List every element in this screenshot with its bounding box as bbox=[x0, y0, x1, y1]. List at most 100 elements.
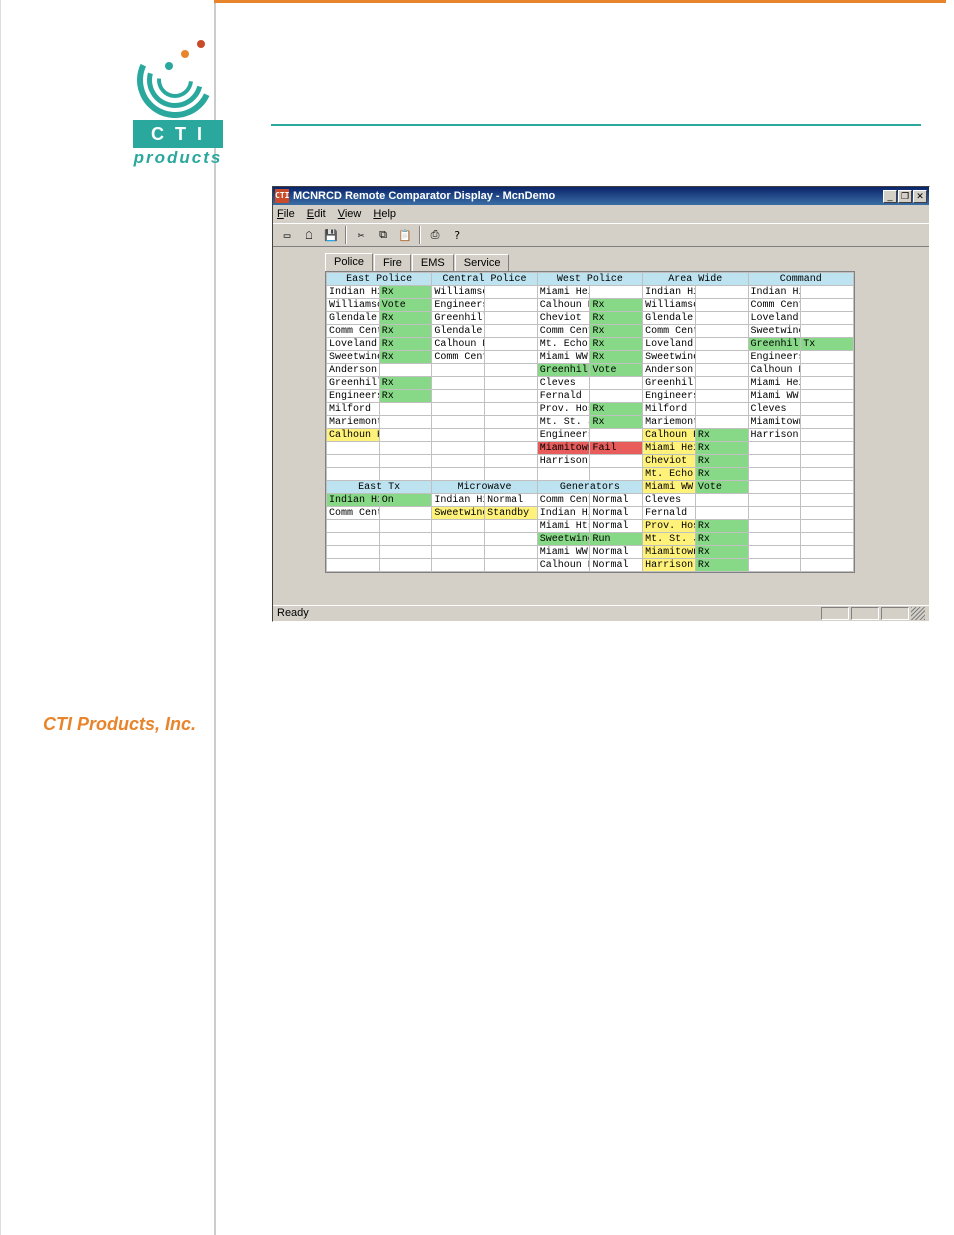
copy-button[interactable]: ⧉ bbox=[373, 225, 393, 245]
site-name[interactable]: Engineers bbox=[432, 299, 485, 312]
site-name[interactable]: Glendale W.T. bbox=[643, 312, 696, 325]
open-button[interactable]: ☖ bbox=[299, 225, 319, 245]
menu-file[interactable]: File bbox=[277, 208, 295, 220]
site-name[interactable] bbox=[432, 416, 485, 429]
site-name[interactable]: Comm Center bbox=[537, 494, 590, 507]
site-name[interactable]: Loveland W.T. bbox=[748, 312, 801, 325]
site-name[interactable]: Williamson Rd bbox=[643, 299, 696, 312]
site-name[interactable]: Engineers bbox=[748, 351, 801, 364]
site-name[interactable]: Milford bbox=[327, 403, 380, 416]
site-name[interactable]: Williamson Rd. bbox=[432, 286, 485, 299]
site-name[interactable]: Miami WW bbox=[643, 481, 696, 494]
site-name[interactable]: Mt. Echo bbox=[537, 338, 590, 351]
site-name[interactable]: Greenhills bbox=[537, 364, 590, 377]
site-name[interactable]: Calhoun Hall bbox=[643, 429, 696, 442]
site-name[interactable]: Comm Center bbox=[643, 325, 696, 338]
save-button[interactable]: 💾 bbox=[321, 225, 341, 245]
menu-view[interactable]: View bbox=[338, 208, 362, 220]
site-name[interactable]: Greenhills bbox=[748, 338, 801, 351]
tab-police[interactable]: Police bbox=[325, 253, 373, 271]
site-name[interactable]: Anderson Twp. bbox=[643, 364, 696, 377]
site-name[interactable] bbox=[432, 377, 485, 390]
site-name[interactable]: Loveland W.T. bbox=[327, 338, 380, 351]
site-name[interactable] bbox=[327, 442, 380, 455]
site-name[interactable] bbox=[432, 429, 485, 442]
site-name[interactable] bbox=[432, 533, 485, 546]
site-name[interactable]: Indian Hill bbox=[432, 494, 485, 507]
site-name[interactable]: Sweetwine bbox=[327, 351, 380, 364]
site-name[interactable]: Milford bbox=[643, 403, 696, 416]
site-name[interactable]: Engineers bbox=[327, 390, 380, 403]
site-name[interactable]: Miami Heights bbox=[748, 377, 801, 390]
site-name[interactable]: Cleves bbox=[537, 377, 590, 390]
site-name[interactable]: Comm Center bbox=[327, 507, 380, 520]
site-name[interactable]: Miami Hts bbox=[537, 520, 590, 533]
site-name[interactable]: Indian Hill bbox=[748, 286, 801, 299]
site-name[interactable]: Calhoun Hall bbox=[537, 299, 590, 312]
site-name[interactable]: Fernald bbox=[643, 507, 696, 520]
site-name[interactable] bbox=[327, 546, 380, 559]
site-name[interactable]: Miami WW bbox=[537, 546, 590, 559]
menu-edit[interactable]: Edit bbox=[307, 208, 326, 220]
minimize-button[interactable]: _ bbox=[883, 190, 897, 203]
site-name[interactable] bbox=[432, 390, 485, 403]
site-name[interactable]: Calhoun Hall bbox=[432, 338, 485, 351]
site-name[interactable] bbox=[432, 455, 485, 468]
site-name[interactable]: Indian Hill bbox=[643, 286, 696, 299]
site-name[interactable]: Fernald bbox=[537, 390, 590, 403]
site-name[interactable] bbox=[432, 559, 485, 572]
site-name[interactable]: Cleves bbox=[748, 403, 801, 416]
site-name[interactable]: Miami Heights bbox=[537, 286, 590, 299]
menu-help[interactable]: Help bbox=[373, 208, 396, 220]
maximize-button[interactable]: ❐ bbox=[898, 190, 912, 203]
site-name[interactable]: Greenhills bbox=[432, 312, 485, 325]
site-name[interactable]: Engineers bbox=[537, 429, 590, 442]
paste-button[interactable]: 📋 bbox=[395, 225, 415, 245]
site-name[interactable]: Sweetwine bbox=[643, 351, 696, 364]
site-name[interactable]: Cleves bbox=[643, 494, 696, 507]
site-name[interactable]: Mariemont bbox=[327, 416, 380, 429]
help-button[interactable]: ? bbox=[447, 225, 467, 245]
site-name[interactable] bbox=[432, 520, 485, 533]
site-name[interactable]: Anderson Twp bbox=[327, 364, 380, 377]
site-name[interactable]: Comm Center bbox=[537, 325, 590, 338]
site-name[interactable]: Greenhills bbox=[327, 377, 380, 390]
site-name[interactable] bbox=[327, 520, 380, 533]
site-name[interactable]: Mariemont bbox=[643, 416, 696, 429]
site-name[interactable] bbox=[432, 546, 485, 559]
site-name[interactable]: Miamitown bbox=[537, 442, 590, 455]
site-name[interactable] bbox=[432, 364, 485, 377]
site-name[interactable]: Miamitown bbox=[643, 546, 696, 559]
site-name[interactable] bbox=[432, 468, 485, 481]
site-name[interactable] bbox=[432, 442, 485, 455]
site-name[interactable]: Comm Center bbox=[432, 351, 485, 364]
site-name[interactable]: Calhoun Hall bbox=[748, 364, 801, 377]
site-name[interactable]: Miami WW bbox=[537, 351, 590, 364]
site-name[interactable]: Cheviot bbox=[537, 312, 590, 325]
cut-button[interactable]: ✂ bbox=[351, 225, 371, 245]
tab-service[interactable]: Service bbox=[455, 254, 510, 272]
site-name[interactable]: Mt. Echo bbox=[643, 468, 696, 481]
site-name[interactable] bbox=[327, 533, 380, 546]
site-name[interactable]: Loveland W.T. bbox=[643, 338, 696, 351]
site-name[interactable]: Sweetwine bbox=[432, 507, 485, 520]
site-name[interactable]: Harrison bbox=[748, 429, 801, 442]
close-button[interactable]: ✕ bbox=[913, 190, 927, 203]
site-name[interactable]: Mt. St. Joesph bbox=[643, 533, 696, 546]
site-name[interactable]: Comm Center bbox=[327, 325, 380, 338]
site-name[interactable]: Calhoun Hall bbox=[537, 559, 590, 572]
site-name[interactable]: Mt. St. Joesph bbox=[537, 416, 590, 429]
site-name[interactable] bbox=[327, 455, 380, 468]
site-name[interactable]: Indian Hill bbox=[537, 507, 590, 520]
site-name[interactable]: Miami Heights bbox=[643, 442, 696, 455]
site-name[interactable]: Engineers bbox=[643, 390, 696, 403]
site-name[interactable]: Cheviot bbox=[643, 455, 696, 468]
site-name[interactable] bbox=[327, 559, 380, 572]
site-name[interactable]: Harrison bbox=[537, 455, 590, 468]
new-button[interactable]: ▭ bbox=[277, 225, 297, 245]
site-name[interactable]: Greenhills bbox=[643, 377, 696, 390]
tab-fire[interactable]: Fire bbox=[374, 254, 411, 272]
site-name[interactable]: Miami WW bbox=[748, 390, 801, 403]
site-name[interactable]: Prov. Hosp. bbox=[643, 520, 696, 533]
site-name[interactable]: Indian Hill bbox=[327, 286, 380, 299]
